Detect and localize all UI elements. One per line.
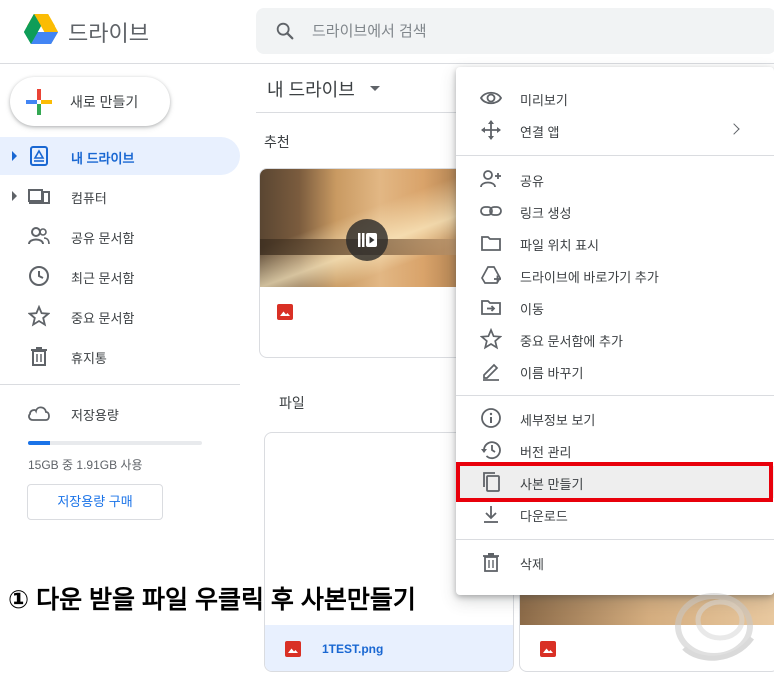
file-name: 1TEST.png [322,642,384,656]
menu-item-preview[interactable]: 미리보기 [456,82,774,114]
drive-shortcut-icon [480,264,502,286]
storage-label[interactable]: 저장용량 [71,405,119,424]
file-card-footer-selected [265,625,513,671]
buy-storage-button[interactable]: 저장용량 구매 [27,484,163,520]
shared-icon [28,225,50,247]
sidebar-item-label: 최근 문서함 [71,271,135,286]
sidebar-item-label: 컴퓨터 [71,191,107,206]
info-icon [480,407,502,429]
sidebar-item-label: 휴지통 [71,351,107,366]
menu-item-label: 연결 앱 [520,125,560,140]
storage-progress-bar [28,441,202,445]
sidebar-item-label: 공유 문서함 [71,231,135,246]
chevron-down-icon[interactable] [370,86,380,91]
computers-icon [28,185,50,207]
sidebar-divider [0,384,240,385]
menu-item-download[interactable]: 다운로드 [456,498,774,530]
menu-divider [456,539,774,540]
menu-item-remove[interactable]: 삭제 [456,546,774,578]
menu-item-move[interactable]: 이동 [456,291,774,323]
pencil-icon [480,360,502,382]
search-icon[interactable] [274,20,296,42]
plus-icon [26,89,52,115]
menu-item-share[interactable]: 공유 [456,163,774,195]
chevron-right-icon [728,123,740,135]
menu-item-label: 파일 위치 표시 [520,238,599,253]
menu-item-label: 버전 관리 [520,445,572,460]
download-icon [480,503,502,525]
person-add-icon [480,168,502,190]
page-title[interactable]: 내 드라이브 [267,76,355,102]
search-bar[interactable] [256,8,774,54]
watermark-logo [664,578,764,668]
app-title[interactable]: 드라이브 [68,16,149,48]
star-icon [27,304,51,327]
expand-arrow-icon[interactable] [12,151,17,161]
history-icon [480,439,502,461]
storage-progress-fill [28,441,51,445]
files-section-label: 파일 [279,395,305,411]
my-drive-icon [28,145,50,167]
cloud-icon [27,404,51,422]
menu-item-label: 공유 [520,174,544,189]
menu-item-rename[interactable]: 이름 바꾸기 [456,355,774,387]
new-button-label: 새로 만들기 [70,94,139,110]
sidebar-item-my-drive[interactable]: 내 드라이브 [0,137,240,175]
video-badge-icon [346,219,388,261]
folder-icon [480,232,502,254]
menu-item-label: 링크 생성 [520,206,572,221]
trash-icon [480,551,502,573]
menu-item-label: 삭제 [520,557,544,572]
image-file-icon [540,641,556,657]
menu-item-label: 이동 [520,302,544,317]
sidebar-item-recent[interactable]: 최근 문서함 [0,257,240,295]
suggested-section-label: 추천 [264,134,290,150]
eye-icon [479,87,503,109]
trash-icon [28,345,50,367]
menu-item-label: 미리보기 [520,93,568,108]
move-icon [480,296,502,318]
menu-item-label: 다운로드 [520,509,568,524]
context-menu: 미리보기 연결 앱 공유 링크 생성 파일 위치 표시 드라이브에 바로가기 추… [456,67,774,595]
storage-usage-text: 15GB 중 1.91GB 사용 [28,458,143,472]
open-with-icon [480,119,502,141]
menu-item-add-shortcut[interactable]: 드라이브에 바로가기 추가 [456,259,774,291]
menu-item-label: 중요 문서함에 추가 [520,334,623,349]
suggested-file-card[interactable] [259,168,479,358]
annotation-caption: ① 다운 받을 파일 우클릭 후 사본만들기 [8,586,416,614]
menu-item-label: 세부정보 보기 [520,413,596,428]
new-button[interactable]: 새로 만들기 [10,77,170,126]
star-icon [479,327,503,350]
menu-divider [456,395,774,396]
sidebar-item-computers[interactable]: 컴퓨터 [0,177,240,215]
link-icon [480,200,502,222]
sidebar-item-shared[interactable]: 공유 문서함 [0,217,240,255]
sidebar-item-label: 중요 문서함 [71,311,135,326]
menu-item-show-location[interactable]: 파일 위치 표시 [456,227,774,259]
image-file-icon [277,304,293,320]
image-file-icon [285,641,301,657]
annotation-highlight-box [456,462,773,502]
menu-divider [456,155,774,156]
drive-logo[interactable] [22,12,60,48]
expand-arrow-icon[interactable] [12,191,17,201]
sidebar-item-starred[interactable]: 중요 문서함 [0,297,240,335]
menu-item-get-link[interactable]: 링크 생성 [456,195,774,227]
search-input[interactable] [312,8,752,54]
menu-item-label: 드라이브에 바로가기 추가 [520,270,659,285]
sidebar-item-label: 내 드라이브 [71,151,135,166]
menu-item-add-starred[interactable]: 중요 문서함에 추가 [456,323,774,355]
menu-item-label: 이름 바꾸기 [520,366,584,381]
menu-item-details[interactable]: 세부정보 보기 [456,402,774,434]
app-header: 드라이브 [0,0,774,64]
sidebar-item-trash[interactable]: 휴지통 [0,337,240,375]
clock-icon [28,265,50,287]
menu-item-open-with[interactable]: 연결 앱 [456,114,774,146]
